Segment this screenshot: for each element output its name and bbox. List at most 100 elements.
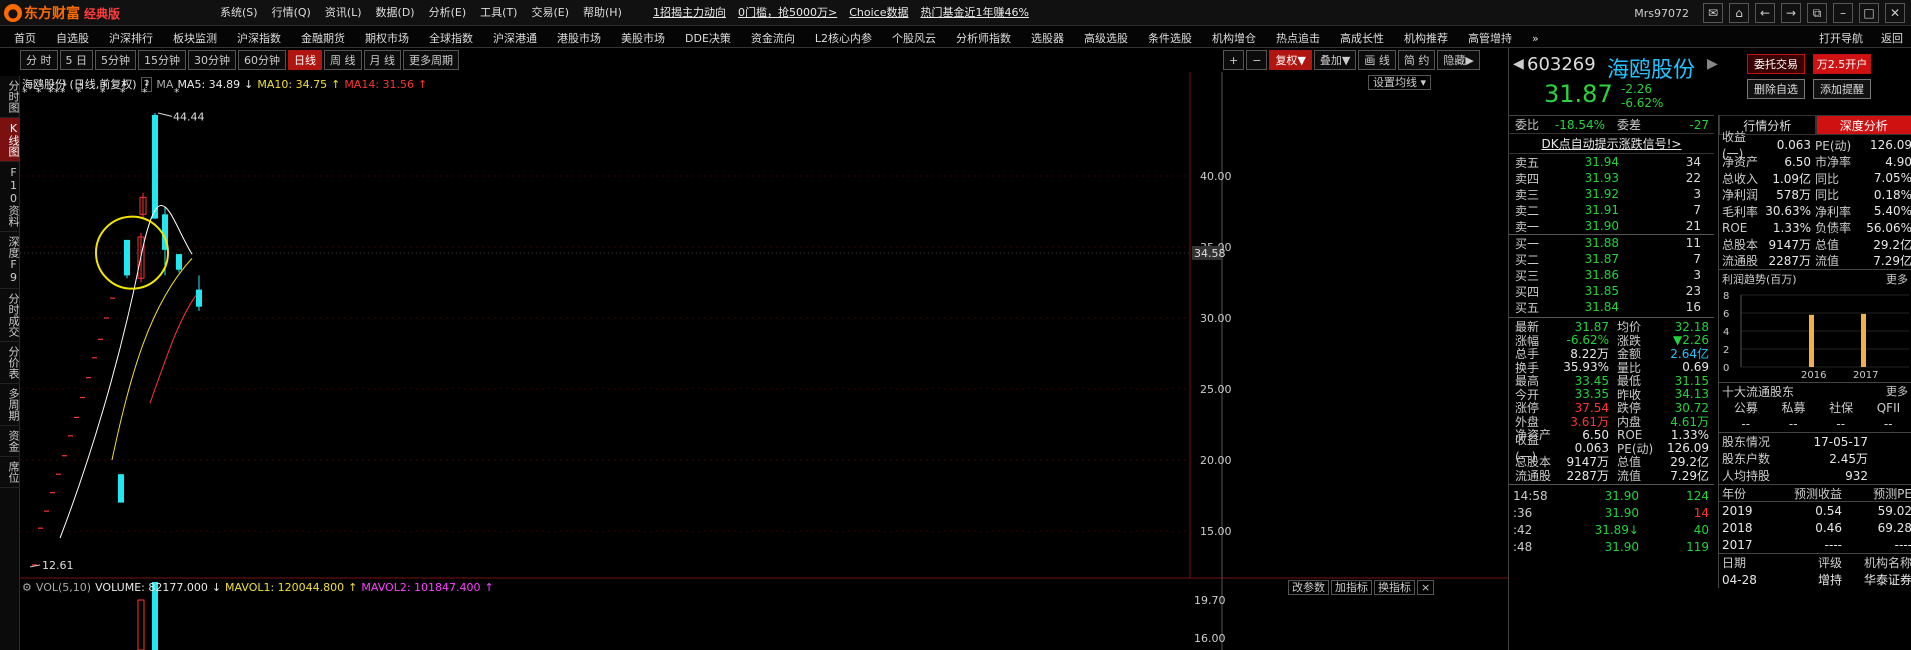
sidebar-item[interactable]: 分时图: [0, 76, 20, 118]
period-tab[interactable]: 更多周期: [403, 50, 459, 70]
menu-data[interactable]: 数据(D): [376, 4, 415, 20]
nav-item[interactable]: 个股风云: [892, 30, 936, 46]
event-marker-icon[interactable]: *: [22, 86, 28, 99]
maximize-icon[interactable]: □: [1859, 3, 1879, 23]
forward-icon[interactable]: →: [1781, 3, 1801, 23]
sidebar-item[interactable]: 分价表: [0, 342, 20, 384]
promo-link[interactable]: 热门基金近1年赚46%: [920, 4, 1028, 20]
level-price[interactable]: 31.86: [1559, 268, 1619, 282]
level-price[interactable]: 31.94: [1559, 155, 1619, 169]
sidebar-item[interactable]: 席位: [0, 457, 20, 488]
sidebar-item[interactable]: K线图: [0, 118, 20, 162]
level-price[interactable]: 31.87: [1559, 252, 1619, 266]
zoom-in-button[interactable]: +: [1223, 50, 1245, 70]
nav-item[interactable]: 资金流向: [751, 30, 795, 46]
period-tab[interactable]: 60分钟: [238, 50, 286, 70]
minimize-icon[interactable]: –: [1833, 3, 1853, 23]
adjust-button[interactable]: 复权 ▼: [1269, 50, 1312, 70]
nav-item[interactable]: 机构推荐: [1404, 30, 1448, 46]
nav-item[interactable]: 期权市场: [365, 30, 409, 46]
menu-tools[interactable]: 工具(T): [480, 4, 517, 20]
simple-button[interactable]: 简 约: [1397, 50, 1436, 70]
nav-item[interactable]: 板块监测: [173, 30, 217, 46]
nav-item[interactable]: 选股器: [1031, 30, 1064, 46]
period-tab[interactable]: 周 线: [324, 50, 362, 70]
period-tab[interactable]: 15分钟: [138, 50, 186, 70]
back-button[interactable]: 返回: [1881, 30, 1903, 46]
open-account-button[interactable]: 万2.5开户: [1813, 54, 1871, 74]
promo-link[interactable]: 1招揭主力动向: [653, 4, 726, 20]
level-price[interactable]: 31.93: [1559, 171, 1619, 185]
close-icon[interactable]: ×: [1417, 580, 1435, 595]
menu-system[interactable]: 系统(S): [220, 4, 258, 20]
add-alert-button[interactable]: 添加提醒: [1813, 79, 1871, 99]
menu-help[interactable]: 帮助(H): [583, 4, 622, 20]
close-icon[interactable]: ✕: [1885, 3, 1905, 23]
level-price[interactable]: 31.91: [1559, 203, 1619, 217]
nav-item[interactable]: »: [1532, 32, 1539, 45]
menu-quote[interactable]: 行情(Q): [272, 4, 311, 20]
period-tab[interactable]: 分 时: [20, 50, 58, 70]
sidebar-item[interactable]: F10资料: [0, 162, 20, 232]
settings-icon[interactable]: ⚙: [22, 581, 32, 594]
mail-icon[interactable]: ✉: [1703, 3, 1723, 23]
open-nav-button[interactable]: 打开导航: [1819, 30, 1863, 46]
menu-analysis[interactable]: 分析(E): [429, 4, 467, 20]
nav-item[interactable]: 沪深港通: [493, 30, 537, 46]
zoom-out-button[interactable]: −: [1246, 50, 1268, 70]
dk-signal-link[interactable]: DK点自动提示涨跌信号!>: [1509, 134, 1714, 154]
period-tab[interactable]: 5 日: [59, 50, 93, 70]
nav-item[interactable]: 沪深排行: [109, 30, 153, 46]
period-tab[interactable]: 日线: [288, 50, 322, 70]
period-tab[interactable]: 月 线: [363, 50, 401, 70]
nav-item[interactable]: DDE决策: [685, 30, 731, 46]
nav-item[interactable]: 金融期货: [301, 30, 345, 46]
nav-item[interactable]: 港股市场: [557, 30, 601, 46]
hide-button[interactable]: 隐藏 ▶: [1437, 50, 1480, 70]
nav-item[interactable]: 高成长性: [1340, 30, 1384, 46]
sidebar-item[interactable]: 多周期: [0, 384, 20, 426]
promo-link[interactable]: 0门槛，抢5000万>: [738, 4, 837, 20]
promo-link[interactable]: Choice数据: [849, 4, 908, 20]
next-stock-icon[interactable]: ▶: [1707, 56, 1718, 72]
menu-trade[interactable]: 交易(E): [531, 4, 569, 20]
level-price[interactable]: 31.88: [1559, 236, 1619, 250]
sidebar-item[interactable]: 深度F9: [0, 232, 20, 289]
sidebar-item[interactable]: 分时成交: [0, 289, 20, 342]
nav-item[interactable]: 全球指数: [429, 30, 473, 46]
nav-item[interactable]: 机构增仓: [1212, 30, 1256, 46]
nav-item[interactable]: 热点追击: [1276, 30, 1320, 46]
level-price[interactable]: 31.84: [1559, 300, 1619, 314]
prev-stock-icon[interactable]: ◀: [1513, 56, 1524, 72]
level-price[interactable]: 31.85: [1559, 284, 1619, 298]
nav-item[interactable]: 条件选股: [1148, 30, 1192, 46]
more-link[interactable]: 更多: [1886, 271, 1908, 287]
home-icon[interactable]: ⌂: [1729, 3, 1749, 23]
nav-item[interactable]: L2核心内参: [815, 30, 872, 46]
change-param-button[interactable]: 改参数: [1288, 580, 1329, 595]
overlay-button[interactable]: 叠加 ▼: [1313, 50, 1357, 70]
trade-button[interactable]: 委托交易: [1747, 54, 1805, 74]
menu-news[interactable]: 资讯(L): [325, 4, 362, 20]
draw-button[interactable]: 画 线: [1358, 50, 1396, 70]
event-marker-icon[interactable]: *: [174, 86, 180, 99]
more-link[interactable]: 更多: [1886, 383, 1908, 399]
period-tab[interactable]: 30分钟: [188, 50, 236, 70]
period-tab[interactable]: 5分钟: [95, 50, 136, 70]
add-indicator-button[interactable]: 加指标: [1331, 580, 1372, 595]
level-price[interactable]: 31.90: [1559, 219, 1619, 233]
level-price[interactable]: 31.92: [1559, 187, 1619, 201]
switch-indicator-button[interactable]: 换指标: [1374, 580, 1415, 595]
nav-item[interactable]: 自选股: [56, 30, 89, 46]
back-icon[interactable]: ←: [1755, 3, 1775, 23]
nav-item[interactable]: 首页: [14, 30, 36, 46]
nav-item[interactable]: 高级选股: [1084, 30, 1128, 46]
sidebar-item[interactable]: 资金: [0, 426, 20, 457]
nav-item[interactable]: 分析师指数: [956, 30, 1011, 46]
tab-deep-analysis[interactable]: 深度分析: [1815, 115, 1911, 135]
nav-item[interactable]: 高管增持: [1468, 30, 1512, 46]
popout-icon[interactable]: ⧉: [1807, 3, 1827, 23]
nav-item[interactable]: 美股市场: [621, 30, 665, 46]
nav-item[interactable]: 沪深指数: [237, 30, 281, 46]
remove-watchlist-button[interactable]: 删除自选: [1747, 79, 1805, 99]
